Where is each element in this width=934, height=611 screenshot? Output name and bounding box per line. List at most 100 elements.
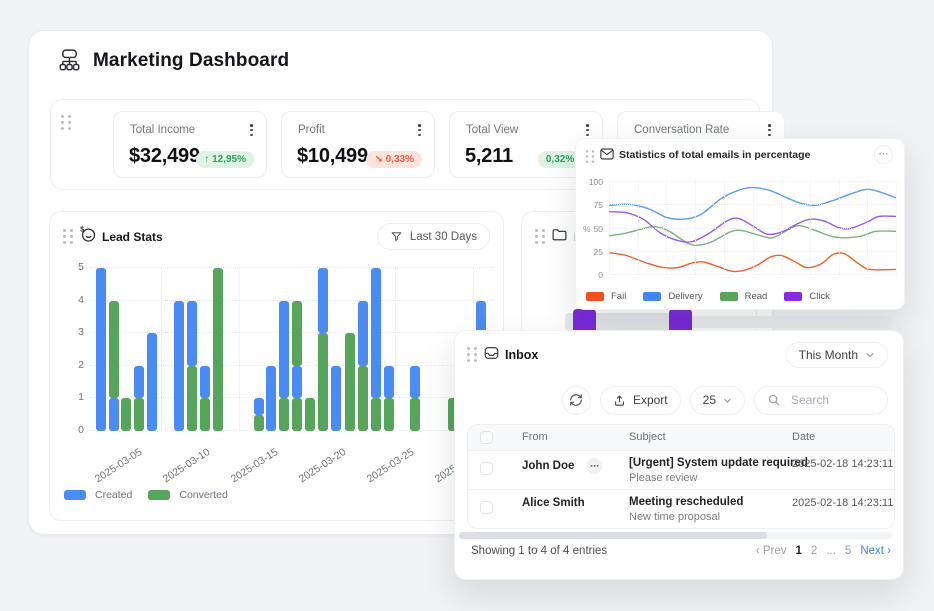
bar-segment <box>331 366 341 431</box>
y-tick-label: 0 <box>598 270 603 280</box>
gridline <box>666 182 667 275</box>
bar-segment <box>358 366 368 431</box>
sitemap-icon <box>58 48 81 73</box>
page-size-select[interactable]: 25 <box>690 386 745 415</box>
legend-label: Converted <box>179 489 227 501</box>
bar-segment <box>410 366 420 399</box>
lead-chart-y-axis: 012345 <box>62 268 84 431</box>
gridline <box>239 268 240 431</box>
y-tick-label: 5 <box>78 261 84 273</box>
trend-badge: ↘ 0,33% <box>366 151 422 168</box>
bar-segment <box>279 301 289 399</box>
sender-name: John Doe <box>522 460 574 472</box>
lead-chart-plot <box>90 268 494 431</box>
export-icon <box>613 394 626 407</box>
legend-item: Fail <box>586 291 626 302</box>
pagination-next[interactable]: Next › <box>860 545 891 557</box>
stat-label: Total Income <box>130 124 195 136</box>
sender-cell: John Doe ⋯ <box>522 458 602 474</box>
drag-handle[interactable] <box>63 229 73 244</box>
row-checkbox[interactable] <box>480 501 493 514</box>
search-box[interactable] <box>754 386 888 415</box>
bar-segment <box>187 301 197 366</box>
horizontal-scrollbar[interactable] <box>459 532 893 539</box>
search-input[interactable] <box>789 392 883 408</box>
row-checkbox[interactable] <box>480 462 493 475</box>
bar-segment <box>109 301 119 399</box>
kebab-menu-icon[interactable] <box>586 124 589 136</box>
subject-text: Meeting rescheduled <box>629 496 743 508</box>
funnel-icon <box>390 230 403 243</box>
x-tick-label: 2025-03-10 <box>161 446 213 485</box>
bar-segment <box>305 398 315 431</box>
stat-label: Profit <box>298 124 325 136</box>
chevron-down-icon <box>865 350 875 360</box>
select-all-checkbox[interactable] <box>480 431 493 444</box>
gridline <box>867 182 868 275</box>
dashboard-screenshot: Marketing Dashboard Total Income $32,499… <box>0 0 934 611</box>
legend-swatch <box>720 292 738 301</box>
gridline <box>724 182 725 275</box>
inbox-footer: Showing 1 to 4 of 4 entries ‹ Prev 1 2 .… <box>471 545 891 557</box>
drag-handle[interactable] <box>586 150 595 163</box>
drag-handle[interactable] <box>535 229 545 244</box>
x-tick-label: 2025-03-05 <box>93 446 145 485</box>
bar-segment <box>174 301 184 431</box>
lead-stats-card: $ Lead Stats Last 30 Days 012345 2025-03… <box>49 211 504 521</box>
y-tick-label: 2 <box>78 359 84 371</box>
legend-label: Fail <box>611 291 626 302</box>
bar-segment <box>358 301 368 366</box>
pagination-ellipsis: ... <box>826 545 836 557</box>
stat-label: Conversation Rate <box>634 124 729 136</box>
subject-preview: New time proposal <box>629 511 720 523</box>
stat-card-total-income: Total Income $32,499 ↑ 12,95% <box>113 111 267 178</box>
scrollbar-thumb[interactable] <box>459 532 767 539</box>
y-tick-label: 25 <box>594 247 603 257</box>
legend-item: Read <box>720 291 768 302</box>
envelope-icon <box>600 148 614 160</box>
pagination-page-2[interactable]: 2 <box>811 545 817 557</box>
refresh-button[interactable] <box>562 386 591 415</box>
bar-segment <box>109 398 119 431</box>
lead-chart-x-axis: 2025-03-052025-03-102025-03-152025-03-20… <box>90 438 494 484</box>
bar-segment <box>134 398 144 431</box>
column-header-date: Date <box>792 431 815 443</box>
bar-segment <box>292 301 302 366</box>
drag-handle[interactable] <box>61 115 71 130</box>
legend-swatch <box>148 490 170 500</box>
bar-segment <box>200 366 210 399</box>
gridline <box>781 182 782 275</box>
kebab-menu-icon[interactable] <box>768 124 771 136</box>
kebab-menu-icon[interactable] <box>418 124 421 136</box>
pagination-prev[interactable]: ‹ Prev <box>756 545 787 557</box>
y-tick-label: 50 <box>594 224 603 234</box>
subject-text: [Urgent] System update required <box>629 457 808 469</box>
gridline <box>90 300 494 301</box>
drag-handle[interactable] <box>467 347 477 362</box>
filter-button[interactable]: Last 30 Days <box>377 223 490 250</box>
row-more-button[interactable]: ⋯ <box>586 458 602 474</box>
app-header: Marketing Dashboard <box>58 48 289 73</box>
bar-segment <box>410 398 420 431</box>
export-button[interactable]: Export <box>600 386 681 415</box>
period-select[interactable]: This Month <box>786 342 888 368</box>
bar-segment <box>200 398 210 431</box>
x-tick-label: 2025-03-20 <box>297 446 349 485</box>
stat-value: 5,211 <box>465 145 513 168</box>
bar-segment <box>292 366 302 399</box>
more-options-button[interactable]: ⋯ <box>874 145 893 164</box>
gridline <box>161 268 162 431</box>
pagination-page-1[interactable]: 1 <box>796 545 802 557</box>
card-title: Statistics of total emails in percentage <box>619 149 810 161</box>
date-cell: 2025-02-18 14:23:11 <box>792 497 893 509</box>
table-row[interactable]: John Doe ⋯ [Urgent] System update requir… <box>468 451 894 489</box>
bar-segment <box>266 366 276 431</box>
legend-label: Delivery <box>668 291 702 302</box>
card-title: Inbox <box>505 348 538 362</box>
email-chart-legend: FailDeliveryReadClick <box>586 291 830 302</box>
table-row[interactable]: Alice Smith Meeting rescheduled New time… <box>468 489 894 528</box>
kebab-menu-icon[interactable] <box>250 124 253 136</box>
pagination-page-5[interactable]: 5 <box>845 545 851 557</box>
gridline <box>839 182 840 275</box>
chevron-down-icon <box>723 396 732 405</box>
